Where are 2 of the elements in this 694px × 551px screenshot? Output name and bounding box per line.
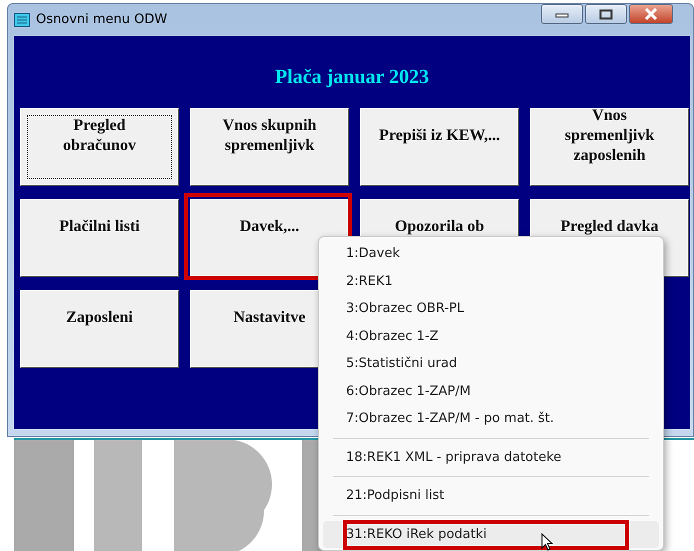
form-heading: Plača januar 2023 bbox=[274, 65, 430, 90]
window-title: Osnovni menu ODW bbox=[36, 11, 168, 30]
